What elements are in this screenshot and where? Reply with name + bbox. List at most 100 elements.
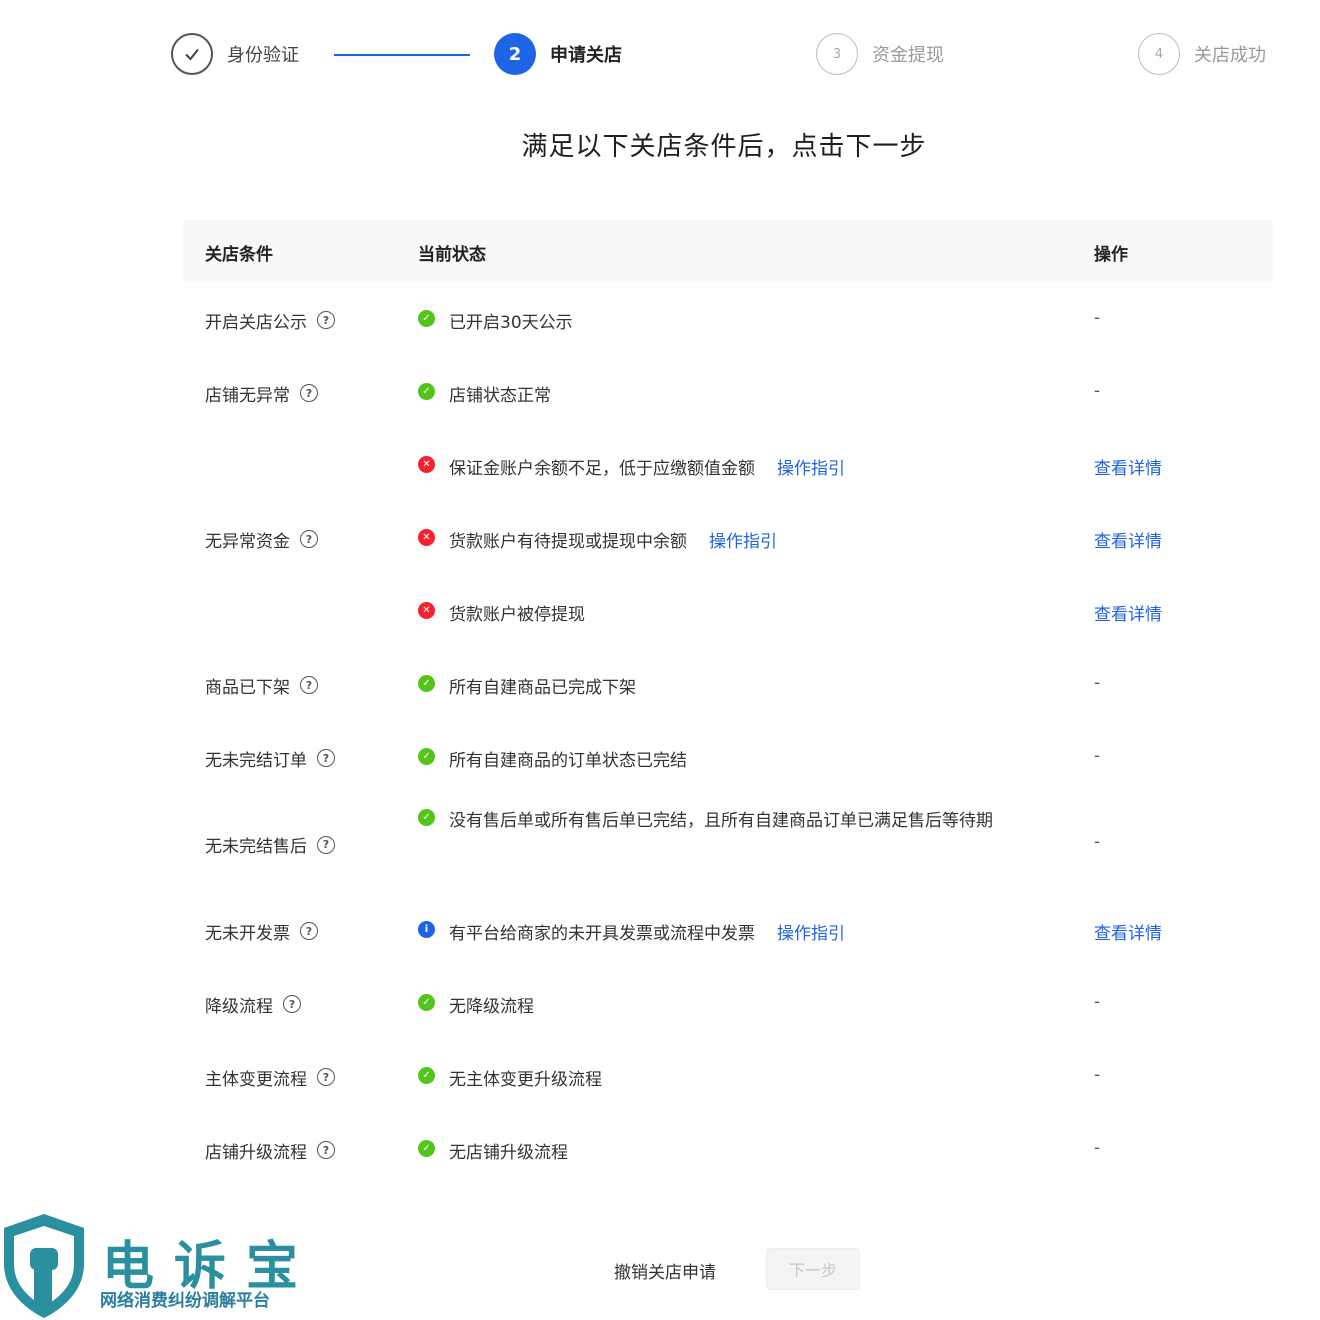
table-row: 无异常资金? ✕ 货款账户有待提现或提现中余额 操作指引 查看详情: [183, 501, 1273, 574]
condition-cell: 开启关店公示?: [205, 308, 335, 333]
check-circle-icon: ✓: [418, 674, 435, 692]
status-cell: ✓ 店铺状态正常: [418, 381, 551, 406]
check-circle-icon: ✓: [418, 993, 435, 1011]
status-cell: ✓ 没有售后单或所有售后单已完结，且所有自建商品订单已满足售后等待期: [418, 807, 1069, 835]
view-details-link[interactable]: 查看详情: [1094, 454, 1162, 479]
status-text: 已开启30天公示: [449, 312, 573, 333]
status-cell: ✓ 无降级流程: [418, 992, 534, 1017]
status-text: 没有售后单或所有售后单已完结，且所有自建商品订单已满足售后等待期: [449, 811, 993, 831]
table-row: 店铺升级流程? ✓ 无店铺升级流程 -: [183, 1112, 1273, 1185]
check-circle-icon: ✓: [418, 747, 435, 765]
operation-guide-link[interactable]: 操作指引: [777, 454, 845, 479]
condition-label: 开启关店公示: [205, 312, 307, 333]
next-step-button[interactable]: 下一步: [766, 1248, 860, 1290]
watermark-subtitle: 网络消费纠纷调解平台: [100, 1291, 270, 1311]
view-details-link[interactable]: 查看详情: [1094, 600, 1162, 625]
step-label: 申请关店: [550, 45, 622, 66]
step-identity-verification: 身份验证: [171, 32, 299, 76]
table-row: 降级流程? ✓ 无降级流程 -: [183, 966, 1273, 1039]
header-condition: 关店条件: [205, 245, 273, 265]
table-row: 主体变更流程? ✓ 无主体变更升级流程 -: [183, 1039, 1273, 1112]
question-circle-icon[interactable]: ?: [300, 384, 318, 402]
table-body: 开启关店公示? ✓ 已开启30天公示 - 店铺无异常? ✓ 店铺状态正常 - ✕ 保证金账户余额不…: [183, 282, 1273, 1185]
condition-cell: 商品已下架?: [205, 673, 318, 698]
condition-cell: 降级流程?: [205, 992, 301, 1017]
step-number: 4: [1138, 33, 1180, 75]
question-circle-icon[interactable]: ?: [317, 749, 335, 767]
steps-bar: 身份验证 2 申请关店 3 资金提现 4 关店成功: [0, 32, 1320, 80]
question-circle-icon[interactable]: ?: [317, 311, 335, 329]
question-circle-icon[interactable]: ?: [317, 1141, 335, 1159]
check-circle-icon: ✓: [418, 1139, 435, 1157]
table-row: 无未开发票? i 有平台给商家的未开具发票或流程中发票 操作指引 查看详情: [183, 893, 1273, 966]
table-header: 关店条件 当前状态 操作: [183, 220, 1273, 282]
header-status: 当前状态: [418, 245, 486, 265]
action-placeholder: -: [1094, 1064, 1101, 1085]
conditions-table: 关店条件 当前状态 操作 开启关店公示? ✓ 已开启30天公示 - 店铺无异常? ✓ 店铺状…: [183, 220, 1273, 1185]
action-placeholder: -: [1094, 832, 1101, 852]
action-placeholder: -: [1094, 672, 1101, 693]
action-placeholder: -: [1094, 1137, 1101, 1158]
step-number: 3: [816, 33, 858, 75]
condition-label: 商品已下架: [205, 677, 290, 698]
condition-label: 店铺无异常: [205, 385, 290, 406]
watermark-logo: 电诉宝 网络消费纠纷调解平台: [0, 1212, 330, 1320]
cancel-close-button[interactable]: 撤销关店申请: [600, 1256, 730, 1284]
condition-cell: 无未完结售后?: [205, 832, 335, 857]
operation-guide-link[interactable]: 操作指引: [709, 527, 777, 552]
status-text: 货款账户被停提现: [449, 604, 585, 625]
status-cell: ✓ 所有自建商品的订单状态已完结: [418, 746, 687, 771]
check-circle-icon: ✓: [418, 309, 435, 327]
close-circle-icon: ✕: [418, 455, 435, 473]
status-text: 无降级流程: [449, 996, 534, 1017]
page-heading: 满足以下关店条件后，点击下一步: [521, 132, 927, 162]
step-label: 身份验证: [227, 45, 299, 66]
question-circle-icon[interactable]: ?: [300, 530, 318, 548]
info-circle-icon: i: [418, 920, 435, 938]
question-circle-icon[interactable]: ?: [300, 922, 318, 940]
condition-label: 店铺升级流程: [205, 1142, 307, 1163]
status-cell: ✓ 已开启30天公示: [418, 308, 573, 333]
question-circle-icon[interactable]: ?: [317, 835, 335, 854]
status-text: 保证金账户余额不足，低于应缴额值金额: [449, 458, 755, 479]
operation-guide-link[interactable]: 操作指引: [777, 919, 845, 944]
condition-cell: 店铺无异常?: [205, 381, 318, 406]
question-circle-icon[interactable]: ?: [300, 676, 318, 694]
condition-cell: 无异常资金?: [205, 527, 318, 552]
view-details-link[interactable]: 查看详情: [1094, 527, 1162, 552]
status-text: 有平台给商家的未开具发票或流程中发票: [449, 923, 755, 944]
shield-fist-icon: [4, 1214, 84, 1318]
step-label: 资金提现: [872, 45, 944, 66]
table-row: 店铺无异常? ✓ 店铺状态正常 -: [183, 355, 1273, 428]
table-row: 无未完结售后? ✓ 没有售后单或所有售后单已完结，且所有自建商品订单已满足售后等待期…: [183, 793, 1273, 893]
step-close-success: 4 关店成功: [1138, 32, 1266, 76]
table-row: 开启关店公示? ✓ 已开启30天公示 -: [183, 282, 1273, 355]
question-circle-icon[interactable]: ?: [283, 995, 301, 1013]
status-text: 无店铺升级流程: [449, 1142, 568, 1163]
view-details-link[interactable]: 查看详情: [1094, 919, 1162, 944]
condition-label: 降级流程: [205, 996, 273, 1017]
check-circle-icon: ✓: [418, 809, 435, 826]
condition-label: 主体变更流程: [205, 1069, 307, 1090]
check-circle-icon: ✓: [418, 382, 435, 400]
table-row: ✕ 货款账户被停提现 查看详情: [183, 574, 1273, 647]
condition-label: 无未完结售后: [205, 837, 307, 857]
table-row: 商品已下架? ✓ 所有自建商品已完成下架 -: [183, 647, 1273, 720]
status-text: 无主体变更升级流程: [449, 1069, 602, 1090]
step-number: 2: [494, 33, 536, 75]
close-circle-icon: ✕: [418, 528, 435, 546]
table-row: ✕ 保证金账户余额不足，低于应缴额值金额 操作指引 查看详情: [183, 428, 1273, 501]
status-cell: ✕ 货款账户有待提现或提现中余额 操作指引: [418, 527, 777, 552]
close-circle-icon: ✕: [418, 601, 435, 619]
check-icon: [171, 33, 213, 75]
header-action: 操作: [1094, 245, 1128, 265]
condition-label: 无异常资金: [205, 531, 290, 552]
question-circle-icon[interactable]: ?: [317, 1068, 335, 1086]
step-label: 关店成功: [1194, 45, 1266, 66]
step-connector: [334, 54, 470, 56]
status-text: 货款账户有待提现或提现中余额: [449, 531, 687, 552]
condition-cell: 无未开发票?: [205, 919, 318, 944]
status-cell: ✓ 无店铺升级流程: [418, 1138, 568, 1163]
action-placeholder: -: [1094, 307, 1101, 328]
check-circle-icon: ✓: [418, 1066, 435, 1084]
